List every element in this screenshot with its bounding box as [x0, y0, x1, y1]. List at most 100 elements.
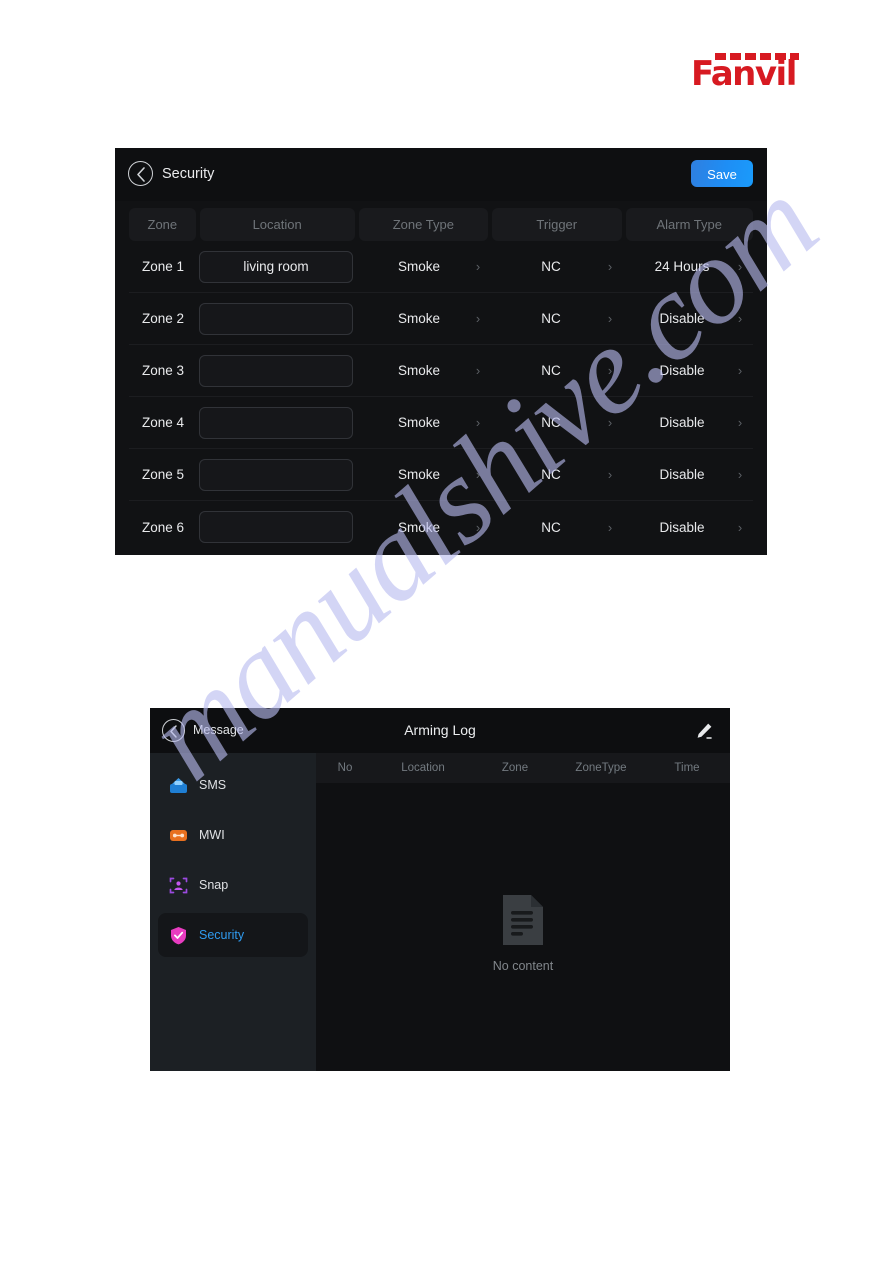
column-header-zonetype: ZoneType: [575, 762, 627, 774]
location-input[interactable]: [199, 302, 353, 335]
arming-log-header: Message Arming Log: [150, 708, 730, 753]
chevron-right-icon: ›: [737, 311, 743, 326]
location-cell: [197, 302, 355, 335]
trigger-select[interactable]: NC ›: [487, 241, 619, 293]
location-cell: [197, 458, 355, 491]
location-cell: [197, 406, 355, 439]
zone-type-select[interactable]: Smoke ›: [355, 241, 487, 293]
trigger-value: NC: [541, 311, 561, 326]
zone-type-value: Smoke: [397, 259, 441, 274]
document-icon: [501, 893, 545, 947]
trigger-select[interactable]: NC ›: [487, 449, 619, 501]
zone-label: Zone 2: [141, 311, 185, 326]
location-cell: [197, 250, 355, 283]
table-row: Zone 3 Smoke › NC › Disable ›: [129, 345, 753, 397]
zone-type-value: Smoke: [397, 415, 441, 430]
alarm-type-value: Disable: [659, 415, 705, 430]
chevron-right-icon: ›: [607, 415, 613, 430]
back-button[interactable]: [128, 161, 153, 186]
mwi-cassette-icon: [168, 825, 189, 846]
zone-type-value: Smoke: [397, 311, 441, 326]
zone-type-select[interactable]: Smoke ›: [355, 345, 487, 397]
sidebar-item-label: MWI: [199, 828, 225, 842]
sidebar-item-mwi[interactable]: MWI: [158, 813, 308, 857]
arming-log-column-headers: No Location Zone ZoneType Time: [316, 753, 730, 783]
security-zone-rows: Zone 1 Smoke › NC › 24 Hours › Zone 2: [115, 241, 767, 553]
alarm-type-value: Disable: [659, 311, 705, 326]
chevron-right-icon: ›: [475, 519, 481, 535]
page-title: Arming Log: [404, 722, 476, 738]
trigger-value: NC: [541, 415, 561, 430]
table-row: Zone 4 Smoke › NC › Disable ›: [129, 397, 753, 449]
trigger-select[interactable]: NC ›: [487, 397, 619, 449]
column-header-location: Location: [199, 208, 355, 241]
trigger-select[interactable]: NC ›: [487, 293, 619, 345]
alarm-type-select[interactable]: Disable ›: [619, 293, 749, 345]
alarm-type-select[interactable]: Disable ›: [619, 397, 749, 449]
column-header-alarm-type: Alarm Type: [625, 208, 753, 241]
alarm-type-select[interactable]: 24 Hours ›: [619, 241, 749, 293]
location-cell: [197, 354, 355, 387]
alarm-type-select[interactable]: Disable ›: [619, 501, 749, 553]
location-input[interactable]: [199, 406, 353, 439]
location-cell: [197, 511, 355, 543]
trigger-value: NC: [541, 519, 561, 535]
pencil-icon: [697, 723, 712, 739]
column-header-zone: Zone: [501, 762, 529, 774]
zone-type-select[interactable]: Smoke ›: [355, 501, 487, 553]
message-sidebar: SMS MWI Snap Security: [150, 753, 316, 1071]
shield-check-icon: [168, 925, 189, 946]
alarm-type-value: Disable: [659, 467, 705, 482]
save-button[interactable]: Save: [691, 160, 753, 187]
chevron-left-icon: [137, 167, 145, 182]
zone-type-select[interactable]: Smoke ›: [355, 397, 487, 449]
arming-log-content: No Location Zone ZoneType Time No conten…: [316, 753, 730, 1071]
zone-label: Zone 4: [141, 415, 185, 430]
sidebar-item-snap[interactable]: Snap: [158, 863, 308, 907]
zone-label: Zone 1: [141, 259, 185, 274]
page-title: Security: [162, 166, 215, 182]
zone-type-value: Smoke: [397, 519, 441, 535]
logo-wordmark: Fanvil: [691, 54, 797, 94]
chevron-right-icon: ›: [737, 415, 743, 430]
chevron-right-icon: ›: [475, 467, 481, 482]
chevron-right-icon: ›: [607, 467, 613, 482]
alarm-type-select[interactable]: Disable ›: [619, 449, 749, 501]
zone-type-select[interactable]: Smoke ›: [355, 449, 487, 501]
table-row: Zone 5 Smoke › NC › Disable ›: [129, 449, 753, 501]
zone-type-value: Smoke: [397, 363, 441, 378]
sidebar-item-label: Security: [199, 928, 245, 942]
edit-button[interactable]: [694, 721, 714, 741]
column-header-trigger: Trigger: [492, 208, 622, 241]
chevron-right-icon: ›: [737, 519, 743, 535]
trigger-select[interactable]: NC ›: [487, 501, 619, 553]
snap-scan-icon: [168, 875, 189, 896]
alarm-type-value: Disable: [659, 363, 705, 378]
sidebar-item-sms[interactable]: SMS: [158, 763, 308, 807]
location-input[interactable]: [199, 250, 353, 283]
security-header: Security Save: [115, 148, 767, 201]
sms-envelope-icon: [168, 775, 189, 796]
trigger-select[interactable]: NC ›: [487, 345, 619, 397]
sidebar-item-label: Snap: [199, 878, 229, 892]
column-header-location: Location: [401, 762, 445, 774]
empty-state-label: No content: [492, 959, 554, 973]
chevron-right-icon: ›: [607, 311, 613, 326]
security-column-headers: Zone Location Zone Type Trigger Alarm Ty…: [115, 201, 767, 241]
column-header-time: Time: [674, 762, 700, 774]
fanvil-logo: Fanvil: [691, 52, 801, 94]
zone-type-value: Smoke: [397, 467, 441, 482]
trigger-value: NC: [541, 363, 561, 378]
sidebar-item-label: SMS: [199, 778, 227, 792]
zone-label: Zone 5: [141, 467, 185, 482]
chevron-right-icon: ›: [475, 311, 481, 326]
table-row: Zone 6 Smoke › NC › Disable ›: [129, 501, 753, 553]
location-input[interactable]: [199, 511, 353, 543]
zone-type-select[interactable]: Smoke ›: [355, 293, 487, 345]
location-input[interactable]: [199, 354, 353, 387]
trigger-value: NC: [541, 259, 561, 274]
sidebar-item-security[interactable]: Security: [158, 913, 308, 957]
security-settings-panel: Security Save Zone Location Zone Type Tr…: [115, 148, 767, 555]
location-input[interactable]: [199, 458, 353, 491]
alarm-type-select[interactable]: Disable ›: [619, 345, 749, 397]
